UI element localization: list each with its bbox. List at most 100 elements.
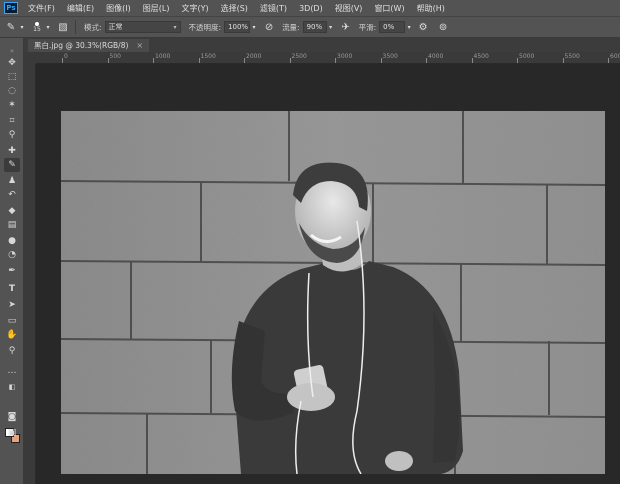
smoothing-label: 平滑: — [358, 22, 377, 32]
menu-select[interactable]: 选择(S) — [221, 3, 248, 14]
eraser-tool-icon[interactable]: ◆ — [4, 204, 20, 218]
tools-panel: » ✥ ⬚ ◌ ✶ ⌗ ⚲ ✚ ✎ ♟ ↶ ◆ ▤ ● ◔ ✒ T ➤ ▭ ✋ … — [0, 38, 24, 484]
ruler-tick — [426, 58, 427, 63]
options-bar: ✎ ▾ 15 ▾ ▧ 模式: 正常 ▾ 不透明度: 100% ▾ ⊘ 流量: 9… — [0, 16, 620, 38]
ruler-tick — [380, 58, 382, 63]
move-tool-icon[interactable]: ✥ — [4, 56, 20, 70]
brush-preset-picker[interactable]: 15 — [30, 21, 44, 33]
path-selection-tool-icon[interactable]: ➤ — [4, 298, 20, 312]
document-tab-bar: 黑白.jpg @ 30.3%(RGB/8) × — [24, 38, 620, 52]
menu-3d[interactable]: 3D(D) — [299, 4, 323, 13]
close-icon[interactable]: × — [136, 41, 143, 50]
chevron-down-icon[interactable]: ▾ — [250, 20, 258, 34]
crop-tool-icon[interactable]: ⌗ — [4, 114, 20, 128]
opacity-field[interactable]: 100% — [224, 21, 251, 33]
menu-type[interactable]: 文字(Y) — [181, 3, 208, 14]
mode-value: 正常 — [108, 23, 123, 31]
pen-tool-icon[interactable]: ✒ — [4, 264, 20, 278]
brush-tool-icon[interactable]: ✎ — [4, 20, 18, 34]
chevron-down-icon[interactable]: ▾ — [18, 20, 26, 34]
ruler-tick-label: 3000 — [337, 53, 353, 60]
ruler-tick-label: 4000 — [428, 53, 444, 60]
eyedropper-tool-icon[interactable]: ⚲ — [4, 128, 20, 142]
ruler-tick-label: 500 — [109, 53, 121, 60]
chevron-down-icon[interactable]: ▾ — [405, 20, 413, 34]
flow-label: 流量: — [282, 22, 300, 32]
ruler-tick-label: 1000 — [155, 53, 171, 60]
ruler-tick-label: 4500 — [473, 53, 489, 60]
history-brush-tool-icon[interactable]: ↶ — [4, 188, 20, 202]
blur-tool-icon[interactable]: ● — [4, 234, 20, 248]
menu-edit[interactable]: 编辑(E) — [67, 3, 94, 14]
magic-wand-tool-icon[interactable]: ✶ — [4, 98, 20, 112]
hand-tool-icon[interactable]: ✋ — [4, 328, 20, 342]
opacity-value: 100% — [228, 23, 249, 31]
photoshop-logo-icon: Ps — [4, 2, 18, 14]
ruler-tick — [198, 58, 200, 63]
ruler-tick — [608, 58, 609, 63]
flow-field[interactable]: 90% — [302, 21, 327, 33]
ruler-tick — [289, 58, 291, 63]
chevron-down-icon[interactable]: ▾ — [327, 20, 335, 34]
dodge-tool-icon[interactable]: ◔ — [4, 248, 20, 262]
ruler-tick — [562, 58, 564, 63]
ruler-tick-label: 2000 — [246, 53, 262, 60]
bw-portrait-photo — [61, 111, 605, 474]
ruler-tick — [153, 58, 154, 63]
marquee-tool-icon[interactable]: ⬚ — [4, 70, 20, 84]
ruler-tick-label: 3500 — [382, 53, 398, 60]
gear-icon[interactable]: ⚙ — [416, 20, 430, 34]
brush-size-value: 15 — [33, 25, 41, 33]
ruler-tick-label: 0 — [64, 53, 68, 60]
pressure-opacity-icon[interactable]: ⊘ — [262, 20, 276, 34]
gradient-tool-icon[interactable]: ▤ — [4, 218, 20, 232]
quick-mask-icon[interactable]: ◙ — [4, 410, 20, 424]
document-image[interactable] — [61, 111, 605, 474]
menu-window[interactable]: 窗口(W) — [374, 3, 404, 14]
mode-label: 模式: — [84, 22, 102, 32]
ruler-tick — [471, 58, 473, 63]
ruler-tick-label: 5500 — [564, 53, 580, 60]
chevron-down-icon: ▾ — [173, 23, 177, 31]
healing-brush-tool-icon[interactable]: ✚ — [4, 144, 20, 158]
ruler-tick-label: 1500 — [200, 53, 216, 60]
opacity-label: 不透明度: — [188, 22, 222, 32]
brush-settings-panel-icon[interactable]: ▧ — [56, 20, 70, 34]
pressure-size-icon[interactable]: ⊚ — [436, 20, 450, 34]
airbrush-icon[interactable]: ✈ — [339, 20, 353, 34]
more-tools-icon[interactable]: … — [4, 364, 20, 378]
menu-help[interactable]: 帮助(H) — [417, 3, 445, 14]
chevron-down-icon[interactable]: ▾ — [44, 20, 52, 34]
menu-view[interactable]: 视图(V) — [335, 3, 363, 14]
ruler-tick — [107, 58, 109, 63]
flow-value: 90% — [306, 23, 323, 31]
ruler-tick — [62, 58, 63, 63]
vertical-ruler[interactable] — [24, 64, 36, 484]
menu-file[interactable]: 文件(F) — [28, 3, 55, 14]
zoom-tool-icon[interactable]: ⚲ — [4, 344, 20, 358]
smoothing-value: 0% — [383, 23, 395, 31]
menu-image[interactable]: 图像(I) — [106, 3, 131, 14]
mode-select[interactable]: 正常 ▾ — [104, 21, 181, 33]
ruler-tick — [335, 58, 336, 63]
default-colors-icon[interactable]: ◧ — [4, 380, 20, 394]
separator — [75, 20, 76, 34]
menu-layer[interactable]: 图层(L) — [143, 3, 170, 14]
horizontal-ruler[interactable]: 0 500 1000 1500 2000 2500 3000 3500 4000 4500 5000… — [36, 52, 620, 64]
shape-tool-icon[interactable]: ▭ — [4, 314, 20, 328]
ruler-tick-label: 5000 — [519, 53, 535, 60]
screen-mode-icon[interactable]: ▣ — [4, 426, 20, 440]
document-tab[interactable]: 黑白.jpg @ 30.3%(RGB/8) × — [28, 39, 150, 52]
ruler-tick — [244, 58, 245, 63]
brush-tool-icon[interactable]: ✎ — [4, 158, 20, 172]
smoothing-field[interactable]: 0% — [379, 21, 406, 33]
menu-bar: Ps 文件(F) 编辑(E) 图像(I) 图层(L) 文字(Y) 选择(S) 滤… — [0, 0, 620, 16]
ruler-tick-label: 6000 — [610, 53, 620, 60]
clone-stamp-tool-icon[interactable]: ♟ — [4, 174, 20, 188]
ruler-tick — [517, 58, 518, 63]
lasso-tool-icon[interactable]: ◌ — [4, 84, 20, 98]
ruler-origin[interactable] — [24, 52, 36, 64]
document-tab-title: 黑白.jpg @ 30.3%(RGB/8) — [34, 41, 129, 50]
type-tool-icon[interactable]: T — [4, 282, 20, 296]
menu-filter[interactable]: 滤镜(T) — [260, 3, 287, 14]
